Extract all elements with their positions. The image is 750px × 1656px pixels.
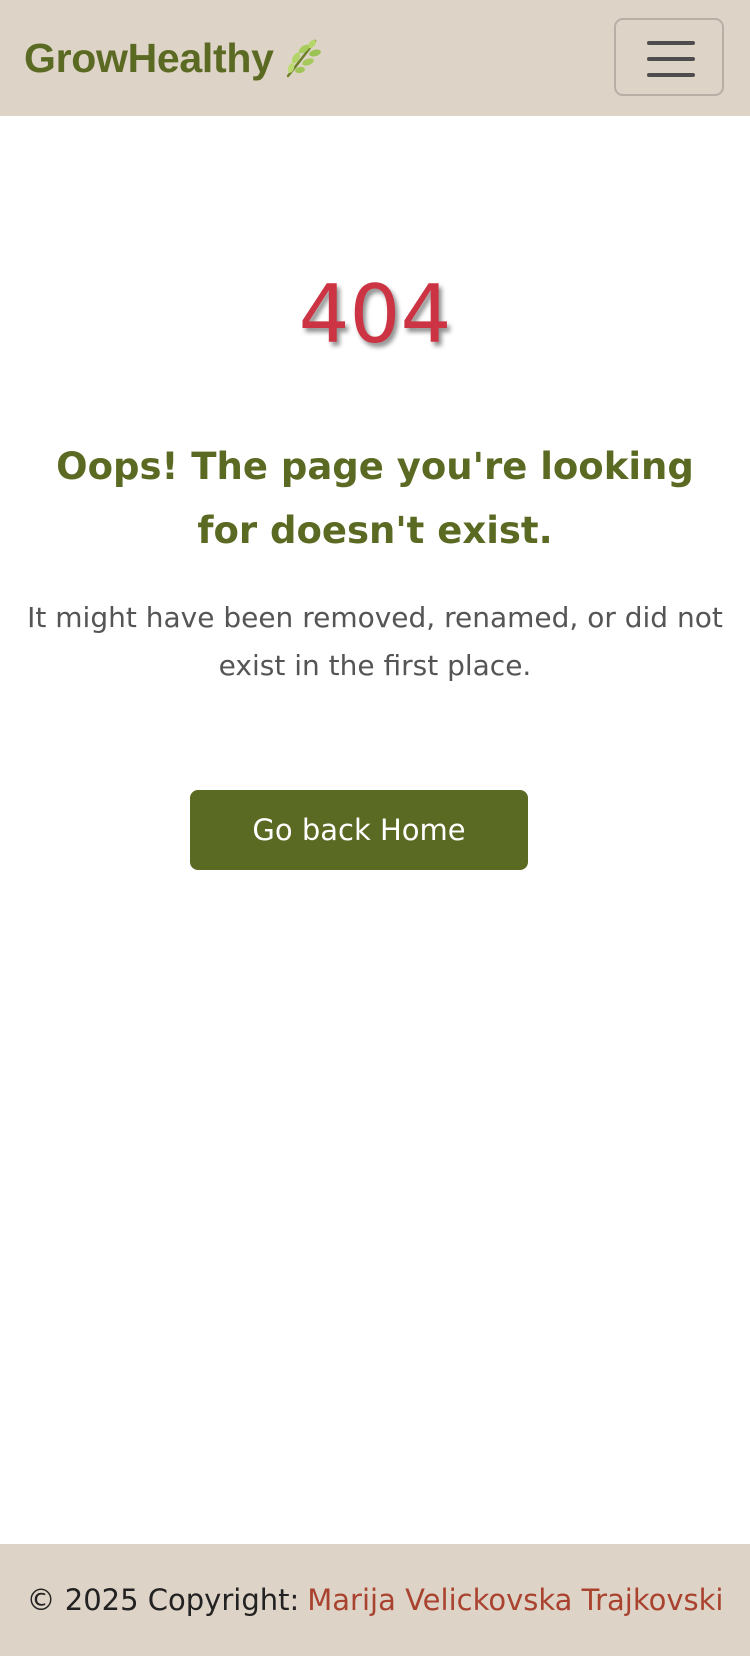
footer: © 2025 Copyright: Marija Velickovska Tra… (0, 1544, 750, 1656)
menu-toggle-button[interactable] (614, 18, 724, 96)
author-link[interactable]: Marija Velickovska Trajkovski (307, 1583, 723, 1617)
brand-name: GrowHealthy (24, 34, 274, 81)
error-headline: Oops! The page you're looking for doesn'… (56, 444, 694, 552)
copyright-text: © 2025 Copyright: (26, 1583, 300, 1617)
go-home-button[interactable]: Go back Home (190, 790, 528, 870)
hamburger-menu-icon (647, 41, 695, 77)
error-code: 404 (298, 267, 452, 361)
brand-link[interactable]: GrowHealthy (24, 30, 322, 86)
error-message: It might have been removed, renamed, or … (27, 601, 723, 682)
leaf-icon (282, 36, 322, 80)
navbar: GrowHealthy (0, 0, 750, 116)
